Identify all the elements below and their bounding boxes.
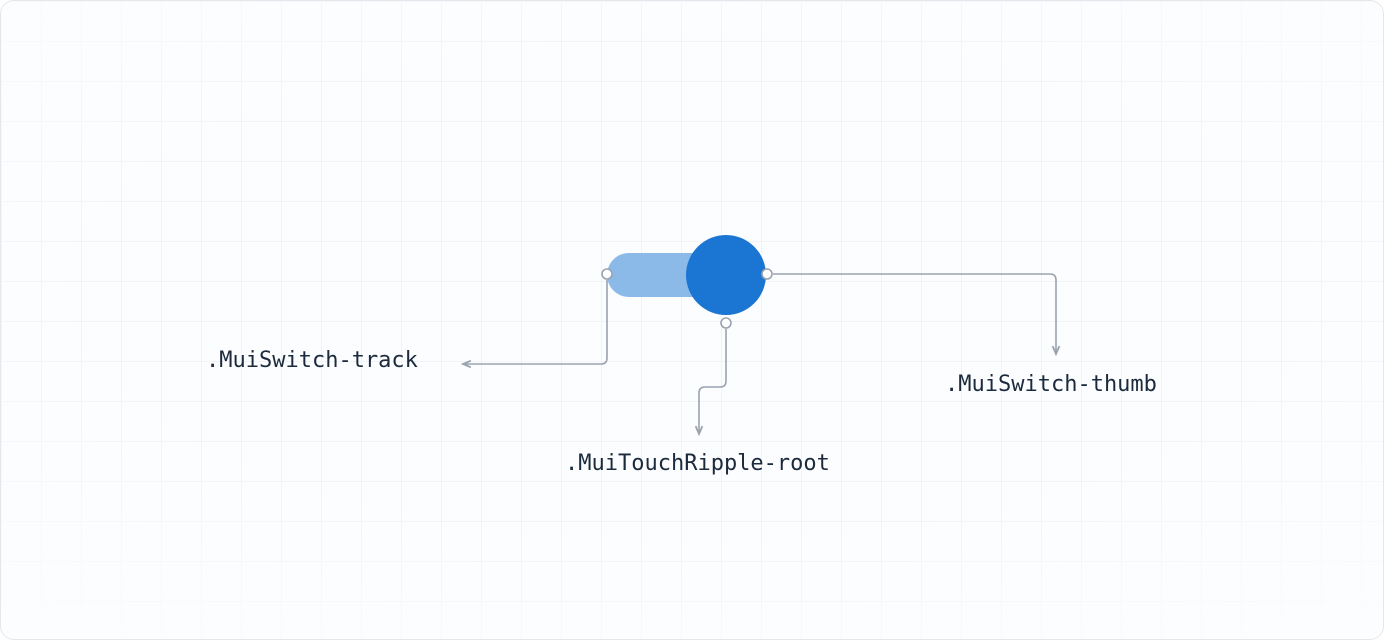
label-ripple: .MuiTouchRipple-root: [565, 451, 830, 476]
label-thumb: .MuiSwitch-thumb: [945, 372, 1157, 397]
mui-switch[interactable]: [601, 235, 766, 313]
switch-thumb[interactable]: [686, 235, 766, 315]
diagram-frame: .MuiSwitch-track .MuiTouchRipple-root .M…: [0, 0, 1384, 640]
label-track: .MuiSwitch-track: [206, 348, 418, 373]
background-grid: [1, 1, 1383, 639]
